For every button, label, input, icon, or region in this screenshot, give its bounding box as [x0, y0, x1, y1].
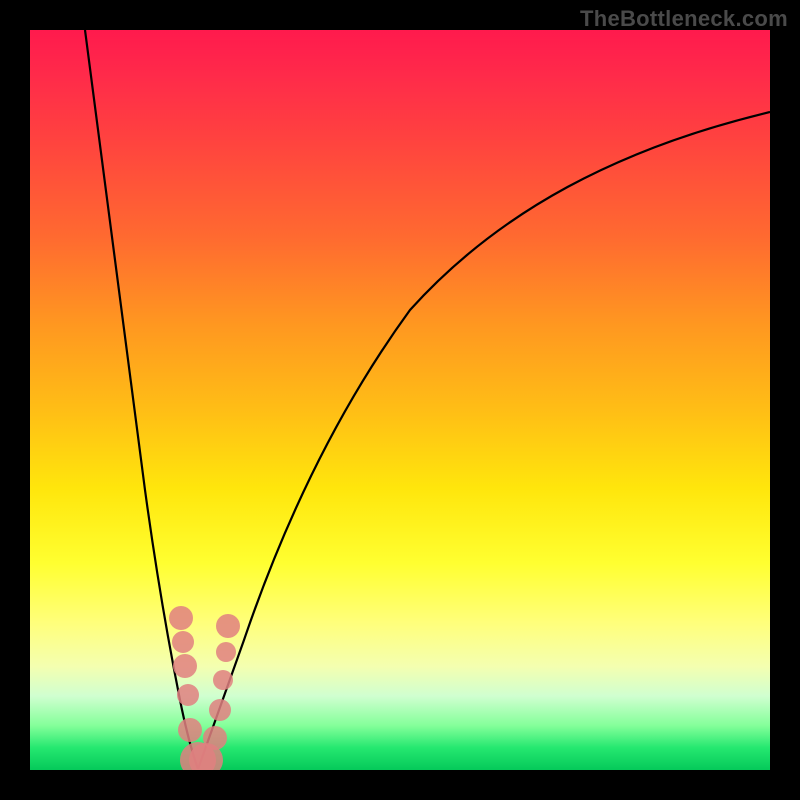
plot-area: [30, 30, 770, 770]
data-dot: [203, 726, 227, 750]
data-dot: [173, 654, 197, 678]
chart-frame: TheBottleneck.com: [0, 0, 800, 800]
data-dot: [172, 631, 194, 653]
data-dots: [169, 606, 240, 770]
data-dot: [213, 670, 233, 690]
data-dot: [177, 684, 199, 706]
attribution-text: TheBottleneck.com: [580, 6, 788, 32]
right-branch-curve: [198, 112, 770, 769]
data-dot: [209, 699, 231, 721]
data-dot: [178, 718, 202, 742]
data-dot: [216, 642, 236, 662]
chart-svg: [30, 30, 770, 770]
data-dot: [216, 614, 240, 638]
data-dot: [169, 606, 193, 630]
